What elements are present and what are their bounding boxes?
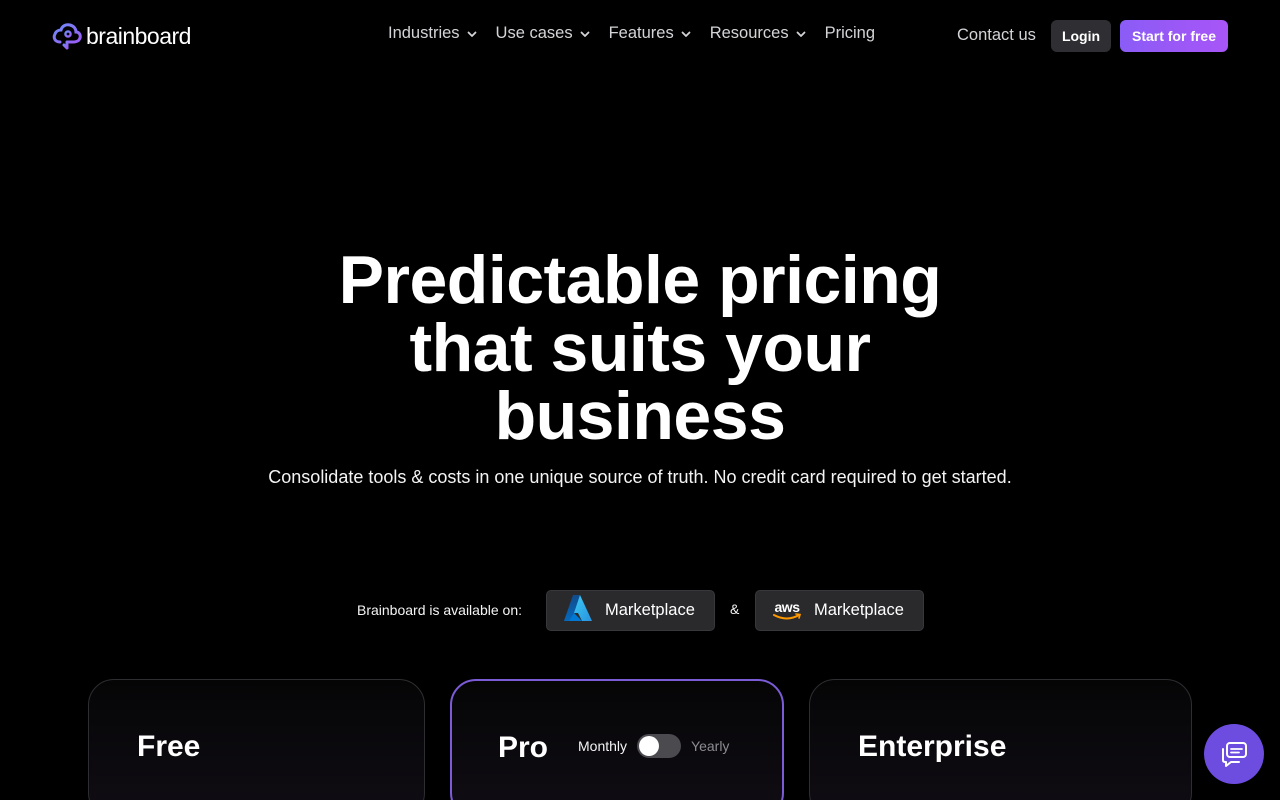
nav-pricing[interactable]: Pricing <box>825 24 875 43</box>
pricing-page: brainboard Industries Use cases Features… <box>0 0 1280 800</box>
plan-title: Free <box>137 730 201 763</box>
plan-title: Enterprise <box>858 730 1007 763</box>
nav-use-cases[interactable]: Use cases <box>496 24 591 43</box>
nav-resources[interactable]: Resources <box>710 24 807 43</box>
hero-title: Predictable pricing that suits your busi… <box>0 246 1280 450</box>
chevron-down-icon <box>681 31 691 37</box>
nav-item-label: Features <box>608 24 674 42</box>
aws-marketplace-button[interactable]: aws Marketplace <box>755 590 924 631</box>
hero-title-line: that suits your <box>409 310 872 386</box>
aws-logo-text: aws <box>774 598 800 615</box>
azure-logo-icon <box>563 594 593 627</box>
chevron-down-icon <box>796 31 805 37</box>
chat-button[interactable] <box>1204 724 1264 784</box>
hero-title-line: Predictable pricing <box>338 242 942 318</box>
hero-subtitle: Consolidate tools & costs in one unique … <box>268 467 1012 487</box>
plan-card-enterprise: Enterprise <box>809 679 1192 800</box>
chevron-down-icon <box>467 31 476 37</box>
nav-item-label: Resources <box>709 24 789 42</box>
azure-marketplace-button[interactable]: Marketplace <box>546 590 715 631</box>
chevron-down-icon <box>580 31 589 37</box>
login-button[interactable]: Login <box>1051 20 1111 52</box>
nav-item-label: Industries <box>388 24 460 42</box>
brand-name: brainboard <box>86 22 191 49</box>
toggle-knob <box>639 736 660 756</box>
billing-period-switch: Monthly Yearly <box>578 734 729 758</box>
hero-title-line: business <box>494 378 786 454</box>
billing-toggle[interactable] <box>637 734 682 758</box>
billing-monthly-label[interactable]: Monthly <box>578 738 627 754</box>
brainboard-cloud-icon <box>52 22 82 50</box>
marketplace-separator: & <box>730 601 740 617</box>
azure-marketplace-label: Marketplace <box>605 601 695 619</box>
aws-marketplace-label: Marketplace <box>814 601 904 619</box>
nav-item-label: Use cases <box>495 24 573 42</box>
chat-icon <box>1222 742 1247 767</box>
nav-features[interactable]: Features <box>609 24 692 43</box>
plan-title: Pro <box>498 731 549 764</box>
contact-us-link[interactable]: Contact us <box>957 26 1036 45</box>
aws-logo-icon: aws <box>772 598 802 621</box>
main-menu: Industries Use cases Features Resources … <box>388 24 875 43</box>
nav-industries[interactable]: Industries <box>388 24 478 43</box>
plan-card-free: Free <box>88 679 425 800</box>
nav-item-label: Pricing <box>824 24 876 42</box>
billing-yearly-label[interactable]: Yearly <box>691 738 729 754</box>
brainboard-logo[interactable]: brainboard <box>52 21 191 51</box>
start-for-free-button[interactable]: Start for free <box>1120 20 1228 52</box>
available-on-label: Brainboard is available on: <box>357 602 522 618</box>
plan-card-pro: Pro Monthly Yearly <box>450 679 784 800</box>
top-navigation: brainboard Industries Use cases Features… <box>0 0 1280 72</box>
